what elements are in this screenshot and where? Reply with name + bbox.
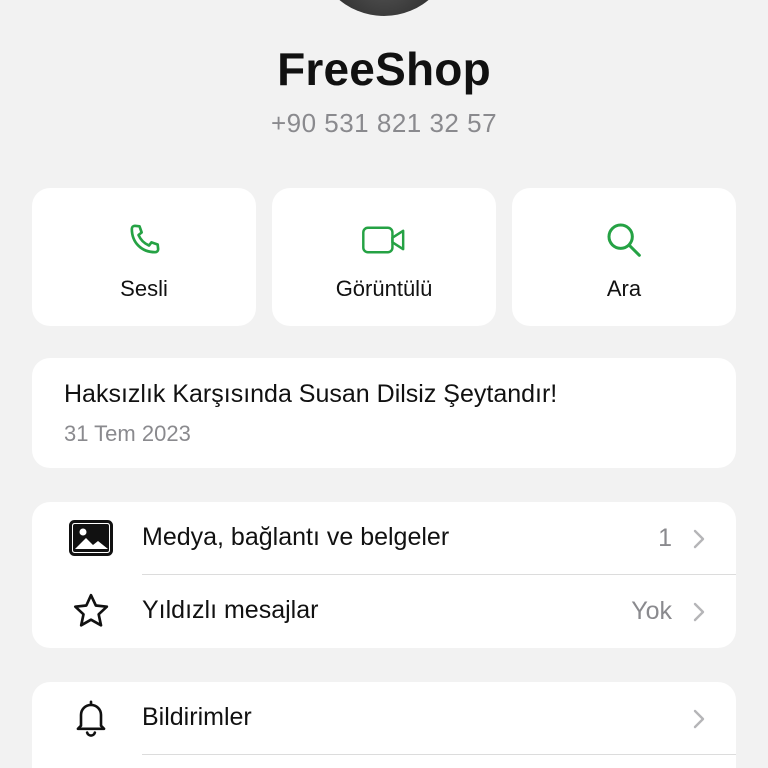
divider — [142, 754, 736, 755]
settings-group: Bildirimler — [32, 682, 736, 768]
about-card[interactable]: Haksızlık Karşısında Susan Dilsiz Şeytan… — [32, 358, 736, 468]
action-buttons: Sesli Görüntülü Ara — [32, 188, 736, 326]
media-count: 1 — [658, 524, 672, 552]
voice-call-label: Sesli — [120, 276, 168, 301]
video-icon — [361, 220, 407, 260]
row-starred-messages[interactable]: Yıldızlı mesajlar Yok — [32, 575, 736, 647]
starred-label: Yıldızlı mesajlar — [142, 596, 319, 624]
image-icon — [68, 519, 114, 557]
avatar[interactable] — [314, 0, 454, 16]
about-text: Haksızlık Karşısında Susan Dilsiz Şeytan… — [64, 380, 558, 408]
contact-info-screen: FreeShop +90 531 821 32 57 Sesli Görüntü… — [0, 0, 768, 768]
chevron-right-icon — [693, 529, 705, 549]
video-call-label: Görüntülü — [335, 276, 433, 301]
contact-name: FreeShop — [277, 43, 491, 95]
search-icon — [601, 220, 647, 260]
media-label: Medya, bağlantı ve belgeler — [142, 523, 450, 551]
media-starred-group: Medya, bağlantı ve belgeler 1 Yıldızlı m… — [32, 502, 736, 648]
chevron-right-icon — [693, 602, 705, 622]
star-icon — [68, 592, 114, 630]
notifications-label: Bildirimler — [142, 703, 252, 731]
starred-value: Yok — [631, 597, 672, 625]
voice-call-button[interactable]: Sesli — [32, 188, 256, 326]
about-date: 31 Tem 2023 — [64, 421, 191, 446]
phone-number[interactable]: +90 531 821 32 57 — [0, 108, 768, 139]
bell-icon — [68, 699, 114, 737]
chevron-right-icon — [693, 709, 705, 729]
search-button[interactable]: Ara — [512, 188, 736, 326]
search-label: Ara — [606, 276, 642, 301]
row-media-links-docs[interactable]: Medya, bağlantı ve belgeler 1 — [32, 502, 736, 574]
row-notifications[interactable]: Bildirimler — [32, 682, 736, 754]
video-call-button[interactable]: Görüntülü — [272, 188, 496, 326]
phone-icon — [121, 220, 167, 260]
